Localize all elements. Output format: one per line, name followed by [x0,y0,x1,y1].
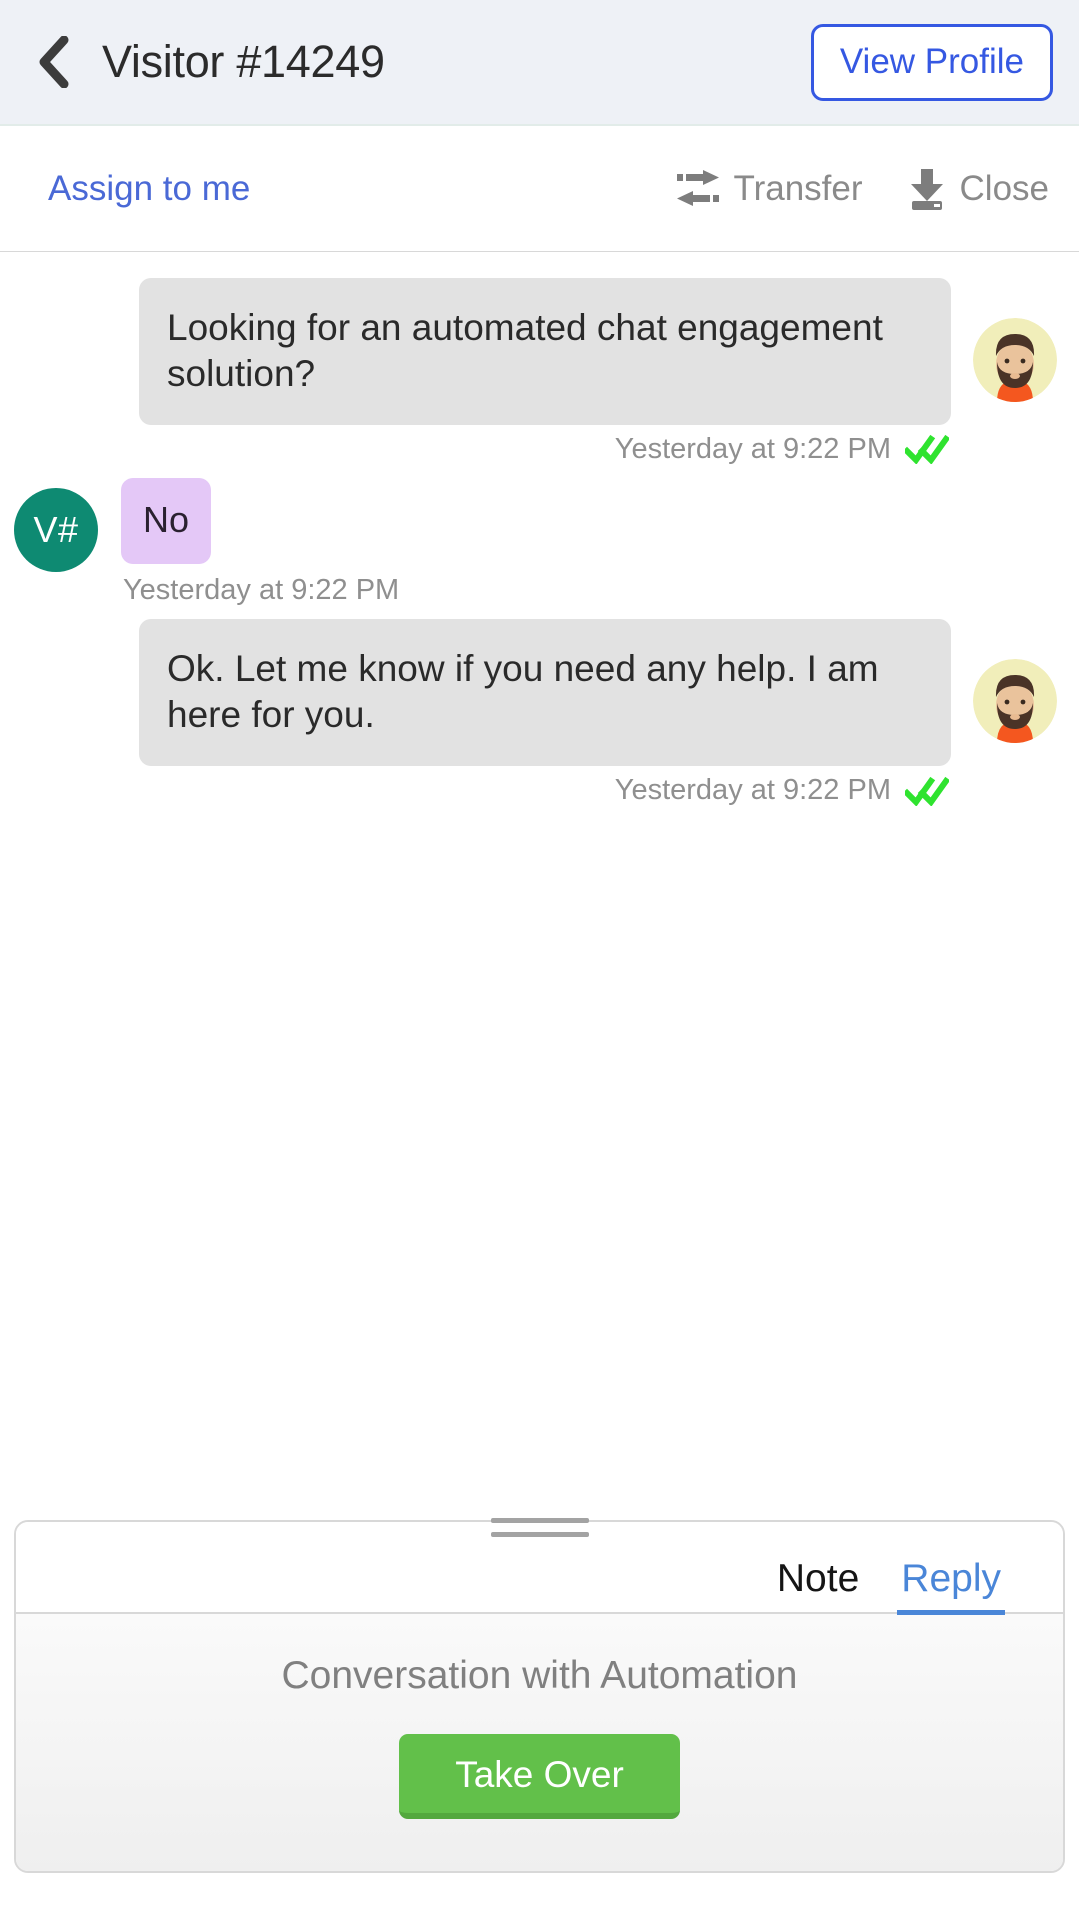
automation-notice: Conversation with Automation [281,1654,798,1697]
message-meta: Yesterday at 9:22 PM [615,433,951,466]
archive-download-icon [907,167,947,211]
composer-panel: Note Reply Conversation with Automation … [14,1520,1065,1873]
message-bubble: Ok. Let me know if you need any help. I … [139,619,951,767]
conversation-action-bar: Assign to me Transfer Close [0,126,1079,252]
chat-conversation-screen: Visitor #14249 View Profile Assign to me [0,0,1079,1919]
message-meta: Yesterday at 9:22 PM [615,774,951,807]
message-bubble-group: Ok. Let me know if you need any help. I … [139,619,951,807]
close-conversation-button[interactable]: Close [907,167,1049,211]
take-over-button[interactable]: Take Over [399,1734,680,1819]
avatar[interactable] [973,659,1057,744]
message-row-agent: Ok. Let me know if you need any help. I … [0,619,1079,807]
message-timestamp: Yesterday at 9:22 PM [614,774,891,807]
view-profile-button[interactable]: View Profile [810,23,1053,101]
grip-line [490,1518,589,1523]
avatar[interactable] [973,318,1057,402]
message-bubble: Looking for an automated chat engagement… [139,278,951,425]
message-timestamp: Yesterday at 9:22 PM [614,432,891,465]
message-row-agent: Looking for an automated chat engagement… [0,278,1079,466]
page-title: Visitor #14249 [102,36,385,87]
composer-body: Conversation with Automation Take Over [16,1614,1063,1871]
grip-line [490,1532,589,1537]
back-button[interactable] [24,33,82,91]
double-check-icon [905,434,949,465]
message-list[interactable]: Looking for an automated chat engagement… [0,252,1079,1520]
transfer-label: Transfer [733,168,863,208]
resize-grip[interactable] [490,1518,589,1537]
conversation-header: Visitor #14249 View Profile [0,0,1079,126]
composer-container: Note Reply Conversation with Automation … [0,1518,1079,1919]
message-row-visitor: V# No Yesterday at 9:22 PM [0,477,1079,608]
close-label: Close [959,168,1049,208]
tab-note[interactable]: Note [773,1559,863,1615]
message-timestamp: Yesterday at 9:22 PM [123,574,400,607]
avatar[interactable]: V# [14,487,98,572]
transfer-button[interactable]: Transfer [675,168,863,210]
message-bubble-group: Looking for an automated chat engagement… [139,278,951,466]
message-meta: Yesterday at 9:22 PM [121,574,401,607]
double-check-icon [905,776,949,806]
chevron-left-icon [33,36,73,88]
message-bubble-group: No Yesterday at 9:22 PM [121,477,401,608]
tab-reply[interactable]: Reply [897,1559,1005,1615]
transfer-arrows-icon [675,168,721,210]
message-bubble: No [121,477,212,565]
assign-to-me-link[interactable]: Assign to me [48,169,250,209]
